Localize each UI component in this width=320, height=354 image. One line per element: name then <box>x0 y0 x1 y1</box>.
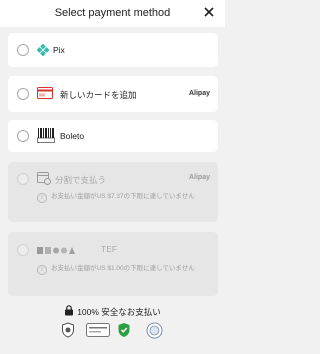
payment-option-pix[interactable]: Pix <box>8 33 218 67</box>
pix-radio[interactable] <box>17 44 29 56</box>
barcode-icon <box>37 128 55 143</box>
boleto-label: Boleto <box>60 131 85 141</box>
new-card-label: 新しいカードを追加 <box>60 90 137 100</box>
installments-radio <box>17 173 29 185</box>
pix-icon <box>37 44 49 56</box>
close-icon[interactable] <box>202 5 216 19</box>
bank-icons <box>37 243 97 254</box>
info-icon: i <box>37 193 47 203</box>
shield-badge-icon <box>62 322 74 338</box>
installments-provider-label: Alipay <box>188 174 210 181</box>
payment-option-new-card[interactable]: 新しいカードを追加 Alipay <box>8 76 218 112</box>
header: Select payment method <box>0 0 225 27</box>
pix-label: Pix <box>53 45 65 55</box>
new-card-radio[interactable] <box>17 88 29 100</box>
green-shield-icon <box>118 323 130 337</box>
page-title: Select payment method <box>54 7 171 19</box>
payment-option-tef: TEF i お支払い金額がUS $1.00の下限に達していません <box>8 232 218 296</box>
credit-card-icon <box>37 87 53 99</box>
calendar-icon <box>37 172 51 185</box>
secure-payment-text: 100% 安全なお支払い <box>0 305 225 318</box>
info-icon: i <box>37 265 47 275</box>
tef-note: お支払い金額がUS $1.00の下限に達していません <box>51 265 195 272</box>
payment-option-installments: 分割で支払う Alipay i お支払い金額がUS $7.37の下限に達していま… <box>8 162 218 222</box>
lock-icon <box>65 305 74 316</box>
payment-option-boleto[interactable]: Boleto <box>8 120 218 152</box>
certification-seal-icon <box>146 322 163 339</box>
tef-label: TEF <box>101 244 118 254</box>
secure-label: 100% 安全なお支払い <box>77 307 161 317</box>
installments-note: お支払い金額がUS $7.37の下限に達していません <box>51 193 195 200</box>
alipay-provider-label: Alipay <box>188 90 210 97</box>
boleto-radio[interactable] <box>17 130 29 142</box>
security-badge-icon <box>86 323 110 337</box>
tef-radio <box>17 244 29 256</box>
installments-label: 分割で支払う <box>55 175 107 185</box>
